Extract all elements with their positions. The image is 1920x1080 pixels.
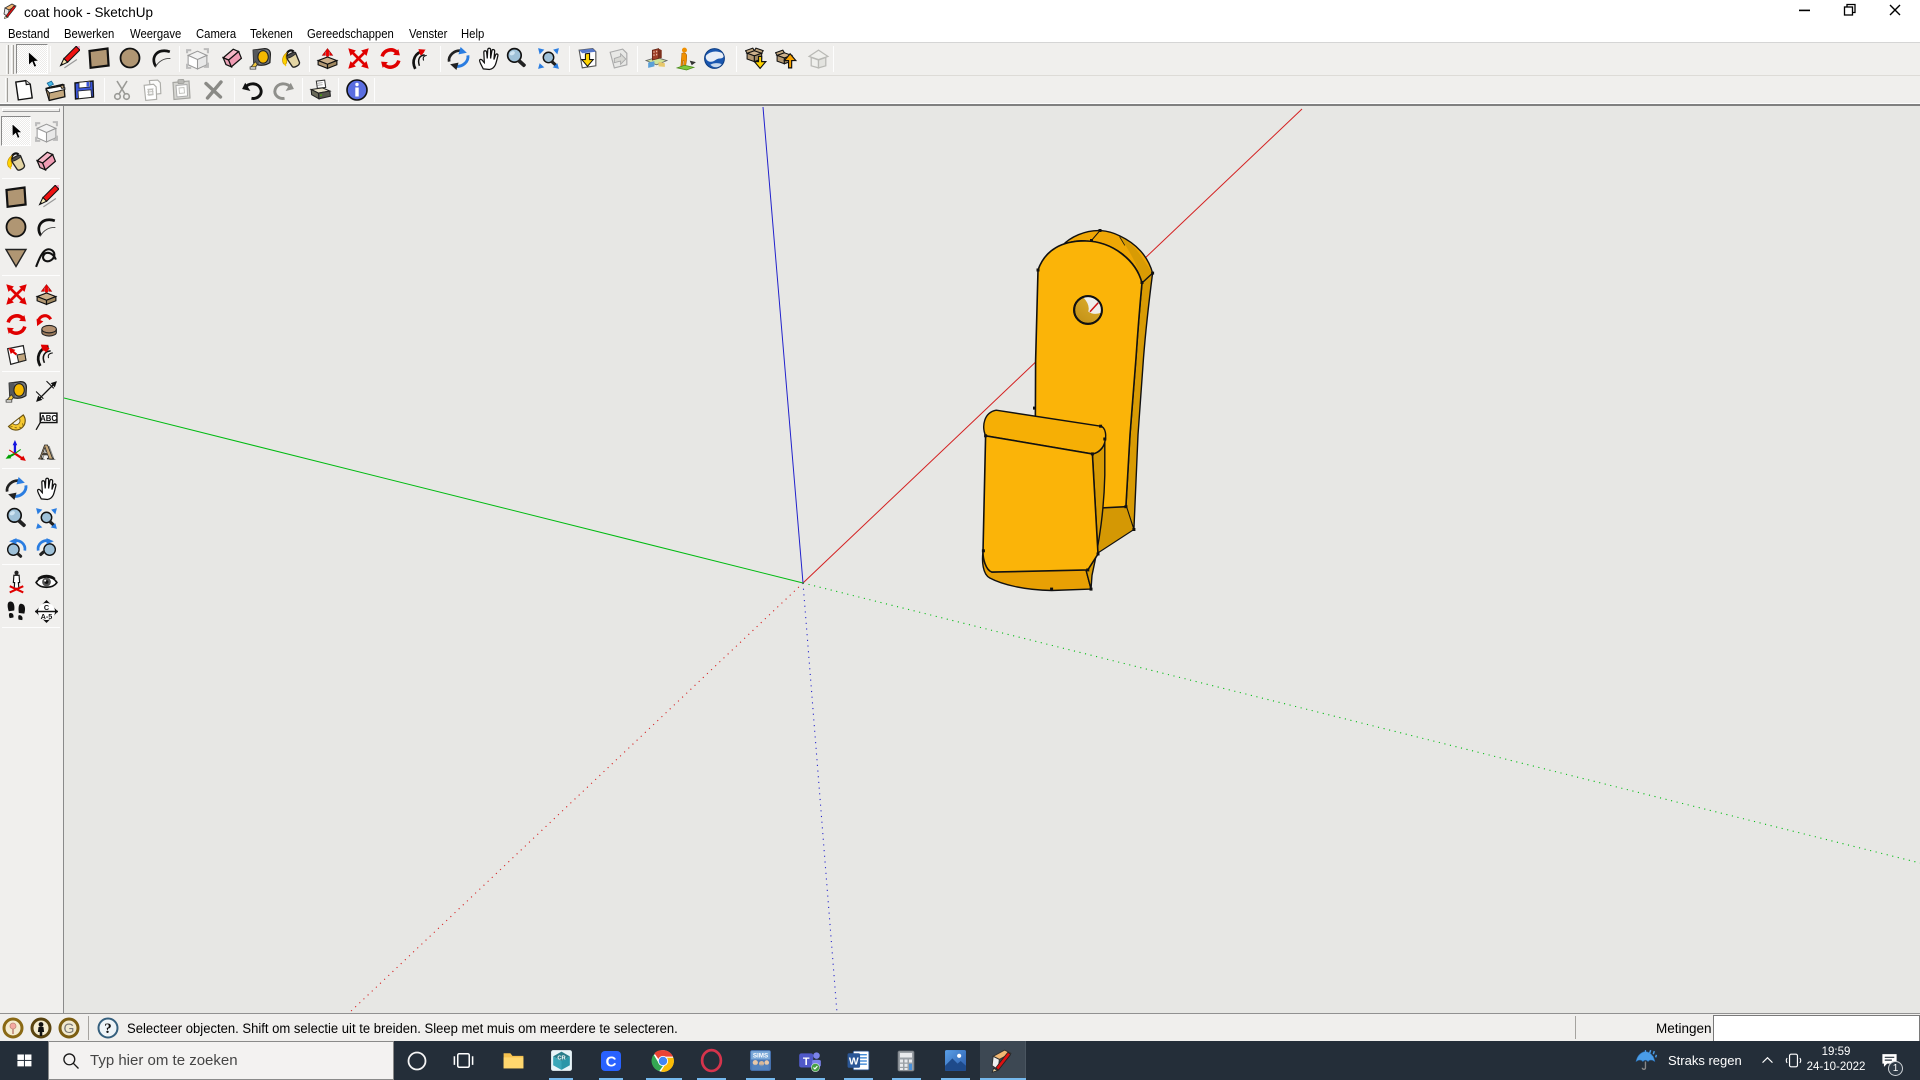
svg-text:?: ?	[104, 1021, 112, 1037]
svg-text:G: G	[64, 1020, 75, 1036]
